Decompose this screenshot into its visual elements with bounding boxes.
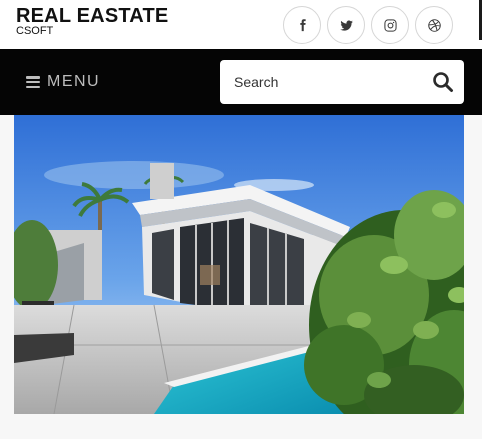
dribbble-icon — [427, 18, 441, 32]
top-header: REAL EASTATE CSOFT — [0, 0, 482, 49]
search-input[interactable] — [234, 60, 424, 104]
instagram-button[interactable] — [371, 6, 409, 44]
site-subtitle: CSOFT — [16, 25, 54, 37]
twitter-button[interactable] — [327, 6, 365, 44]
search-button[interactable] — [432, 71, 454, 93]
hero-image — [14, 115, 464, 414]
main-navbar: MENU — [0, 49, 482, 115]
facebook-icon — [299, 18, 306, 31]
modern-house-with-pool-photo — [14, 115, 464, 414]
search-box — [220, 60, 464, 104]
menu-button[interactable]: MENU — [26, 71, 100, 93]
dribbble-button[interactable] — [415, 6, 453, 44]
instagram-icon — [383, 18, 397, 32]
facebook-button[interactable] — [283, 6, 321, 44]
hamburger-icon — [26, 76, 40, 88]
search-icon — [433, 72, 453, 92]
menu-label: MENU — [47, 73, 101, 90]
twitter-icon — [339, 19, 353, 31]
